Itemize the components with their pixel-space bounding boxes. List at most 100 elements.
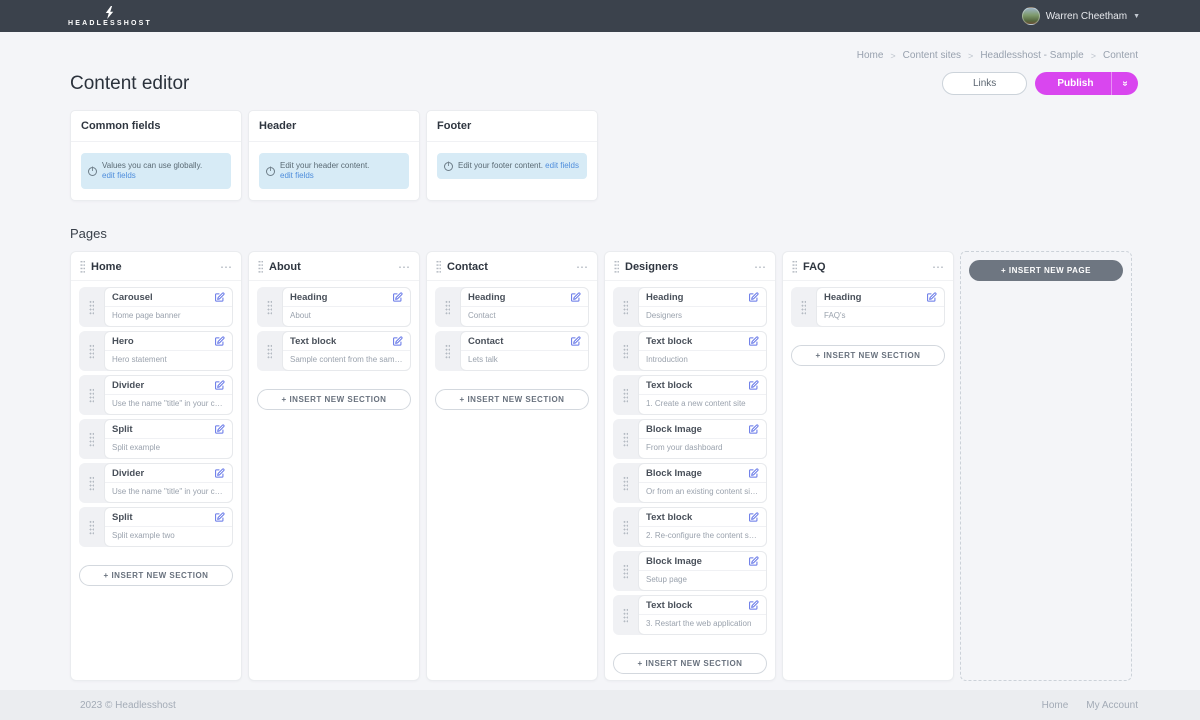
section-type: Divider: [112, 468, 144, 479]
insert-section-button[interactable]: + INSERT NEW SECTION: [791, 345, 945, 366]
section-summary: Split example two: [105, 527, 232, 544]
brand-logo[interactable]: HEADLESSHOST: [68, 6, 152, 27]
edit-icon[interactable]: [748, 600, 759, 611]
drag-handle-icon[interactable]: [435, 287, 460, 327]
insert-section-button[interactable]: + INSERT NEW SECTION: [79, 565, 233, 586]
edit-fields-link[interactable]: edit fields: [102, 171, 136, 180]
insert-new-page-button[interactable]: + INSERT NEW PAGE: [969, 260, 1123, 281]
edit-icon[interactable]: [570, 292, 581, 303]
section-item: Divider Use the name "title" in your con…: [79, 463, 233, 503]
breadcrumb-item[interactable]: Content: [1103, 50, 1138, 61]
drag-handle-icon[interactable]: [791, 287, 816, 327]
publish-button[interactable]: Publish »: [1035, 72, 1138, 95]
edit-icon[interactable]: [748, 556, 759, 567]
drag-handle-icon[interactable]: [613, 331, 638, 371]
drag-handle-icon[interactable]: [613, 375, 638, 415]
section-item: Contact Lets talk: [435, 331, 589, 371]
page-column-body: Heading Designers Text block: [605, 281, 775, 681]
section-item: Text block Introduction: [613, 331, 767, 371]
drag-handle-icon[interactable]: [257, 331, 282, 371]
drag-handle-icon[interactable]: [613, 595, 638, 635]
section-item: Heading Contact: [435, 287, 589, 327]
drag-handle-icon[interactable]: [613, 463, 638, 503]
section-summary: 3. Restart the web application: [639, 615, 766, 632]
links-button[interactable]: Links: [942, 72, 1027, 95]
drag-handle-icon[interactable]: [80, 260, 85, 273]
drag-handle-icon[interactable]: [614, 260, 619, 273]
drag-handle-icon[interactable]: [79, 331, 104, 371]
drag-handle-icon[interactable]: [613, 551, 638, 591]
page-column-title: About: [269, 261, 392, 273]
chevron-down-icon: ▼: [1133, 13, 1140, 20]
edit-icon[interactable]: [392, 336, 403, 347]
drag-handle-icon[interactable]: [257, 287, 282, 327]
breadcrumb-item[interactable]: Home: [857, 50, 884, 61]
top-navbar: HEADLESSHOST Warren Cheetham ▼: [0, 0, 1200, 32]
column-menu-button[interactable]: ⋯: [220, 264, 232, 270]
drag-handle-icon[interactable]: [79, 463, 104, 503]
footer-link[interactable]: My Account: [1086, 700, 1138, 711]
section-summary: Home page banner: [105, 307, 232, 324]
user-menu[interactable]: Warren Cheetham ▼: [1022, 7, 1140, 25]
edit-fields-link[interactable]: edit fields: [545, 161, 579, 170]
edit-icon[interactable]: [926, 292, 937, 303]
drag-handle-icon[interactable]: [258, 260, 263, 273]
section-summary: Contact: [461, 307, 588, 324]
publish-button-label[interactable]: Publish: [1035, 72, 1111, 95]
section-summary: Setup page: [639, 571, 766, 588]
drag-handle-icon[interactable]: [436, 260, 441, 273]
breadcrumb-item[interactable]: Content sites: [903, 50, 961, 61]
edit-icon[interactable]: [214, 380, 225, 391]
avatar: [1022, 7, 1040, 25]
drag-handle-icon[interactable]: [792, 260, 797, 273]
section-item: Text block Sample content from the sampl…: [257, 331, 411, 371]
edit-icon[interactable]: [748, 292, 759, 303]
footer-link[interactable]: Home: [1042, 700, 1069, 711]
edit-icon[interactable]: [214, 512, 225, 523]
insert-section-button[interactable]: + INSERT NEW SECTION: [257, 389, 411, 410]
edit-icon[interactable]: [214, 292, 225, 303]
section-item: Text block 3. Restart the web applicatio…: [613, 595, 767, 635]
drag-handle-icon[interactable]: [613, 419, 638, 459]
section-summary: About: [283, 307, 410, 324]
edit-icon[interactable]: [748, 380, 759, 391]
page-column: Home ⋯ Carousel Home page banner: [70, 251, 242, 681]
edit-icon[interactable]: [748, 424, 759, 435]
footer-copyright: 2023 © Headlesshost: [80, 700, 176, 711]
page-column-body: Heading FAQ's + INSERT NEW SECTION: [783, 281, 953, 374]
breadcrumb-separator: >: [890, 51, 895, 61]
breadcrumb-item[interactable]: Headlesshost - Sample: [980, 50, 1083, 61]
main-content: Home>Content sites>Headlesshost - Sample…: [0, 32, 1200, 690]
drag-handle-icon[interactable]: [435, 331, 460, 371]
double-chevron-down-icon: »: [1120, 81, 1131, 87]
drag-handle-icon[interactable]: [613, 507, 638, 547]
drag-handle-icon[interactable]: [79, 287, 104, 327]
drag-handle-icon[interactable]: [613, 287, 638, 327]
publish-dropdown-toggle[interactable]: »: [1111, 72, 1138, 95]
edit-icon[interactable]: [748, 336, 759, 347]
drag-handle-icon[interactable]: [79, 419, 104, 459]
edit-icon[interactable]: [214, 468, 225, 479]
edit-icon[interactable]: [748, 512, 759, 523]
drag-handle-icon[interactable]: [79, 507, 104, 547]
edit-icon[interactable]: [392, 292, 403, 303]
user-name: Warren Cheetham: [1046, 11, 1127, 22]
section-type: Heading: [646, 292, 683, 303]
section-type: Divider: [112, 380, 144, 391]
edit-icon[interactable]: [570, 336, 581, 347]
global-cards-row: Common fields i Values you can use globa…: [70, 110, 1138, 201]
edit-fields-link[interactable]: edit fields: [280, 171, 314, 180]
drag-handle-icon[interactable]: [79, 375, 104, 415]
column-menu-button[interactable]: ⋯: [754, 264, 766, 270]
insert-section-button[interactable]: + INSERT NEW SECTION: [435, 389, 589, 410]
edit-icon[interactable]: [214, 424, 225, 435]
edit-icon[interactable]: [748, 468, 759, 479]
insert-section-button[interactable]: + INSERT NEW SECTION: [613, 653, 767, 674]
column-menu-button[interactable]: ⋯: [576, 264, 588, 270]
section-item: Block Image Or from an existing content …: [613, 463, 767, 503]
column-menu-button[interactable]: ⋯: [398, 264, 410, 270]
edit-icon[interactable]: [214, 336, 225, 347]
section-item: Heading About: [257, 287, 411, 327]
page-column-title: Designers: [625, 261, 748, 273]
column-menu-button[interactable]: ⋯: [932, 264, 944, 270]
